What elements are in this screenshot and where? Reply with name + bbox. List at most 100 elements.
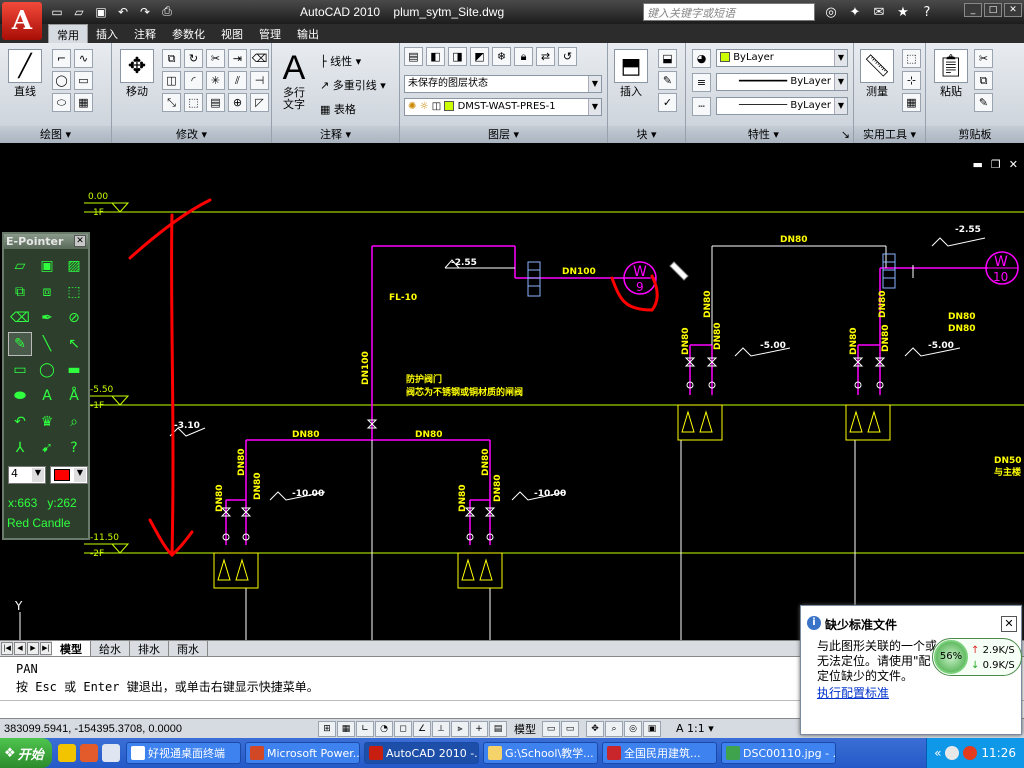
tray-clock[interactable]: 11:26 (981, 746, 1016, 760)
subscription-icon[interactable]: ✦ (846, 3, 864, 21)
text-icon[interactable]: A (35, 384, 59, 408)
trim-icon[interactable]: ✂ (206, 49, 225, 68)
rectangle-icon[interactable]: ▭ (8, 358, 32, 382)
maximize-icon[interactable]: □ (984, 3, 1002, 17)
ellipse-icon[interactable]: ◯ (35, 358, 59, 382)
tab-annotate[interactable]: 注释 (126, 24, 164, 43)
configure-standards-link[interactable]: 执行配置标准 (817, 684, 889, 701)
clear-icon[interactable]: ⊘ (62, 306, 86, 330)
copy-icon[interactable]: ⧉ (162, 49, 181, 68)
id-point-icon[interactable]: ⊹ (902, 71, 921, 90)
eyedropper-icon[interactable]: ✒ (35, 306, 59, 330)
undo-icon[interactable]: ↶ (8, 410, 32, 434)
screen-capture-icon[interactable]: ▨ (62, 254, 86, 278)
open-folder-icon[interactable]: ▱ (8, 254, 32, 278)
chamfer-icon[interactable]: ◸ (250, 93, 269, 112)
save-icon[interactable]: ▣ (92, 3, 110, 20)
task-haoshitong[interactable]: 好视通桌面终端 (126, 742, 241, 764)
last-tab-icon[interactable]: ▶| (40, 642, 52, 655)
binoculars-icon[interactable]: ◎ (822, 3, 840, 21)
drawing-close-icon[interactable]: ✕ (1009, 158, 1018, 171)
help-icon[interactable]: ? (918, 3, 936, 21)
panel-modify-title[interactable]: 修改 ▾ (112, 126, 271, 143)
layout-quickview-icon[interactable]: ▭ (542, 720, 560, 737)
lineweight-toggle-icon[interactable]: + (470, 720, 488, 737)
extend-icon[interactable]: ⇥ (228, 49, 247, 68)
panel-annotation-title[interactable]: 注释 ▾ (272, 126, 399, 143)
drawing-quickview-icon[interactable]: ▭ (561, 720, 579, 737)
undo-icon[interactable]: ↶ (114, 3, 132, 20)
eraser-icon[interactable]: ⌫ (8, 306, 32, 330)
color-dropdown[interactable]: ByLayer ▼ (716, 49, 848, 67)
close-icon[interactable]: ✕ (1004, 3, 1022, 17)
measure-button[interactable]: 📏︎ 测量 (860, 49, 894, 99)
polyline-icon[interactable]: ⌐ (52, 49, 71, 68)
select-rect-icon[interactable]: ⬚ (62, 280, 86, 304)
ellipse-icon[interactable]: ⬭ (52, 93, 71, 112)
first-tab-icon[interactable]: |◀ (1, 642, 13, 655)
current-layer-dropdown[interactable]: ✺ ☼ ◫ DMST-WAST-PRES-1 ▼ (404, 98, 602, 116)
edit-block-icon[interactable]: ✎ (658, 71, 677, 90)
tab-view[interactable]: 视图 (213, 24, 251, 43)
arrow-icon[interactable]: ↖ (62, 332, 86, 356)
panel-properties-title[interactable]: 特性 ▾ ↘ (686, 126, 853, 143)
otrack-toggle-icon[interactable]: ∠ (413, 720, 431, 737)
communication-icon[interactable]: ✉ (870, 3, 888, 21)
array-icon[interactable]: ▤ (206, 93, 225, 112)
fillet-icon[interactable]: ◜ (184, 71, 203, 90)
tray-alert-icon[interactable] (963, 746, 978, 760)
help-icon[interactable]: ? (62, 436, 86, 460)
ducs-toggle-icon[interactable]: ⟂ (432, 720, 450, 737)
layer-walk-icon[interactable]: ↺ (558, 47, 577, 66)
task-image-viewer[interactable]: DSC00110.jpg - ... (721, 742, 836, 764)
highlighter-icon[interactable]: ⅄ (8, 436, 32, 460)
spline-icon[interactable]: ∿ (74, 49, 93, 68)
pen-color-select[interactable]: ▼ (50, 466, 88, 484)
epointer-close-icon[interactable]: ✕ (74, 235, 86, 247)
erase-icon[interactable]: ⌫ (250, 49, 269, 68)
paste-icon[interactable]: ⧈ (35, 280, 59, 304)
linear-dimension-button[interactable]: ├ 线性 ▾ (320, 53, 361, 69)
layer-lock-icon[interactable]: 🔒︎ (514, 47, 533, 66)
tab-manage[interactable]: 管理 (251, 24, 289, 43)
tab-parametric[interactable]: 参数化 (164, 24, 213, 43)
quick-launch-icon-3[interactable] (102, 744, 120, 762)
lineweight-icon[interactable]: ≡ (692, 73, 711, 92)
drawing-restore-icon[interactable]: ❐ (991, 158, 1001, 171)
mirror-icon[interactable]: ◫ (162, 71, 181, 90)
paste-button[interactable]: 📋︎ 粘贴 (934, 49, 968, 99)
redo-icon[interactable]: ↷ (136, 3, 154, 20)
layer-properties-icon[interactable]: ▤ (404, 47, 423, 66)
minimize-icon[interactable]: _ (964, 3, 982, 17)
table-button[interactable]: ▦ 表格 (320, 101, 356, 117)
prev-tab-icon[interactable]: ◀ (14, 642, 26, 655)
match-properties-icon[interactable]: ✎ (974, 93, 993, 112)
drawing-minimize-icon[interactable]: ▬ (973, 158, 983, 171)
line-icon[interactable]: ╲ (35, 332, 59, 356)
panel-utilities-title[interactable]: 实用工具 ▾ (854, 126, 925, 143)
tab-home[interactable]: 常用 (48, 24, 88, 43)
layout-tab-water-supply[interactable]: 给水 (91, 640, 130, 657)
print-icon[interactable]: ⎙ (158, 3, 176, 20)
app-menu-button[interactable]: A (2, 2, 42, 40)
showmotion-icon[interactable]: ▣ (643, 720, 661, 737)
quick-launch-icon-2[interactable] (80, 744, 98, 762)
layer-match-icon[interactable]: ⇄ (536, 47, 555, 66)
pan-icon[interactable]: ✥ (586, 720, 604, 737)
panel-layers-title[interactable]: 图层 ▾ (400, 126, 607, 143)
snap-toggle-icon[interactable]: ⊞ (318, 720, 336, 737)
hatch-icon[interactable]: ▦ (74, 93, 93, 112)
favorites-star-icon[interactable]: ★ (894, 3, 912, 21)
pen-icon[interactable]: ✎ (8, 332, 32, 356)
mtext-button[interactable]: A 多行文字 (278, 49, 310, 111)
polar-toggle-icon[interactable]: ◔ (375, 720, 393, 737)
linetype-dropdown[interactable]: ──────── ByLayer ▼ (716, 97, 848, 115)
layer-state-dropdown[interactable]: 未保存的图层状态 ▼ (404, 75, 602, 93)
tray-expand-icon[interactable]: « (934, 746, 941, 760)
copy-clip-icon[interactable]: ⧉ (974, 71, 993, 90)
line-button[interactable]: ╱ 直线 (8, 49, 42, 99)
offset-icon[interactable]: ⫽ (228, 71, 247, 90)
tray-network-icon[interactable] (945, 746, 960, 760)
insert-block-button[interactable]: ⬒ 插入 (614, 49, 648, 99)
create-block-icon[interactable]: ⬓ (658, 49, 677, 68)
